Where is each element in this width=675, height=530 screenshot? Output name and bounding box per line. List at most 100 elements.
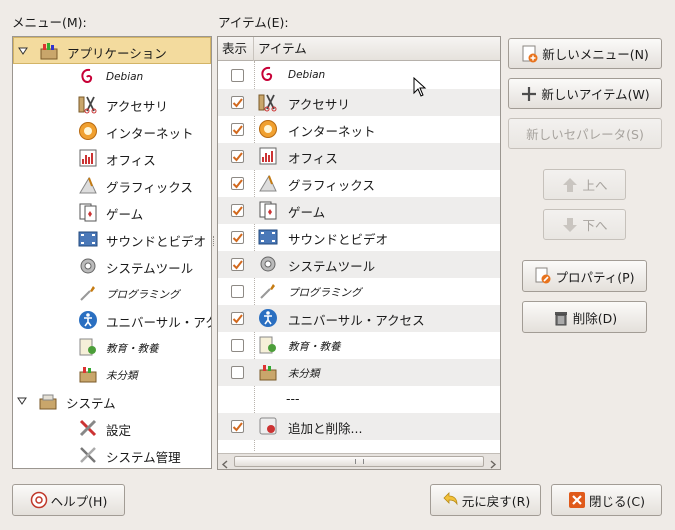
new-item-button[interactable]: 新しいアイテム(W) [508,78,662,109]
expander-down-icon[interactable] [18,46,28,56]
tree-item[interactable]: オフィス [13,145,211,172]
office-icon [257,145,279,167]
tree-item-label: ゲーム [106,207,144,222]
tree-item[interactable]: システム [13,388,211,415]
expander-down-icon[interactable] [17,396,27,406]
system-tools-icon [77,255,99,277]
move-down-label: 下へ [582,218,608,233]
show-checkbox[interactable] [231,366,244,379]
list-item[interactable]: プログラミング [218,278,500,305]
items-label: アイテム(E): [218,15,289,30]
other-icon [257,361,279,383]
universal-access-icon [77,309,99,331]
list-item[interactable]: システムツール [218,251,500,278]
list-item[interactable]: インターネット [218,116,500,143]
new-separator-button[interactable]: 新しいセパレータ(S) [508,118,662,149]
arrow-up-icon [561,176,579,194]
list-item-label: プログラミング [288,287,362,299]
menu-tree[interactable]: アプリケーション Debian アクセサリ インターネットオフィスグラフィックス ゲーム… [12,36,212,469]
games-icon [77,201,99,223]
list-item[interactable]: アクセサリ [218,89,500,116]
pane-resize-grip[interactable] [213,236,215,246]
list-item-label: ゲーム [288,205,326,220]
tree-item[interactable]: プログラミング [13,280,211,307]
list-item[interactable]: グラフィックス [218,170,500,197]
show-checkbox[interactable] [231,285,244,298]
list-item[interactable]: ユニバーサル・アクセス [218,305,500,332]
items-list[interactable]: 表示 アイテム Debian アクセサリインターネットオフィス グラフィックスゲーム… [217,36,501,470]
tree-item-label: 教育・教養 [106,343,159,355]
show-checkbox[interactable] [231,420,244,433]
internet-icon [77,120,99,142]
help-button[interactable]: ヘルプ(H) [12,484,125,516]
move-up-label: 上へ [582,178,608,193]
graphics-icon [257,172,279,194]
tree-item[interactable]: インターネット [13,118,211,145]
system-icon [37,390,59,412]
delete-button[interactable]: 削除(D) [522,301,647,333]
menu-label: メニュー(M): [12,15,87,30]
tree-item-label: プログラミング [106,289,180,301]
scroll-right-arrow-icon[interactable] [489,457,497,469]
tree-item-label: オフィス [106,153,156,168]
show-checkbox[interactable] [231,204,244,217]
list-item[interactable]: 未分類 [218,359,500,386]
show-checkbox[interactable] [231,96,244,109]
show-checkbox[interactable] [231,69,244,82]
tree-item[interactable]: アプリケーション [13,37,211,64]
tree-item[interactable]: サウンドとビデオ [13,226,211,253]
tree-item[interactable]: システム管理 [13,442,211,468]
list-item-label: ユニバーサル・アクセス [288,313,425,328]
tree-item[interactable]: グラフィックス [13,172,211,199]
horizontal-scrollbar[interactable] [218,453,500,469]
tree-item-label: ユニバーサル・アクセス [106,315,211,330]
tree-item[interactable]: 設定 [13,415,211,442]
education-icon [77,336,99,358]
close-button[interactable]: 閉じる(C) [551,484,662,516]
list-item[interactable]: Debian [218,62,500,89]
scroll-thumb[interactable] [234,456,484,467]
tree-item[interactable]: アクセサリ [13,91,211,118]
properties-button[interactable]: プロパティ(P) [522,260,647,292]
tree-item-label: アプリケーション [67,46,167,61]
list-item-label: --- [286,391,300,406]
separator-row[interactable]: --- [218,386,500,413]
show-checkbox[interactable] [231,231,244,244]
list-item-label: インターネット [288,124,376,139]
tree-item-label: サウンドとビデオ [106,234,207,249]
column-header-show[interactable]: 表示 [218,37,254,61]
list-item[interactable]: サウンドとビデオ [218,224,500,251]
list-item[interactable]: 追加と削除... [218,413,500,440]
new-separator-label: 新しいセパレータ(S) [526,127,644,142]
tree-item[interactable]: ゲーム [13,199,211,226]
close-icon [568,491,586,509]
delete-label: 削除(D) [572,310,618,326]
tree-item[interactable]: Debian [13,64,211,91]
tree-item[interactable]: 未分類 [13,361,211,388]
mouse-pointer-icon [413,76,427,100]
show-checkbox[interactable] [231,150,244,163]
show-checkbox[interactable] [231,177,244,190]
accessories-icon [257,91,279,113]
applications-icon [38,40,60,62]
tree-item[interactable]: 教育・教養 [13,334,211,361]
show-checkbox[interactable] [231,312,244,325]
tree-item-label: グラフィックス [106,180,193,195]
new-menu-button[interactable]: 新しいメニュー(N) [508,38,662,69]
list-item-label: 教育・教養 [288,341,341,353]
show-checkbox[interactable] [231,258,244,271]
show-checkbox[interactable] [231,123,244,136]
scroll-left-arrow-icon[interactable] [221,457,229,469]
tree-item-label: システム管理 [106,450,181,465]
list-item[interactable]: オフィス [218,143,500,170]
show-checkbox[interactable] [231,339,244,352]
list-item[interactable]: 教育・教養 [218,332,500,359]
tree-item[interactable]: システムツール [13,253,211,280]
move-up-button[interactable]: 上へ [543,169,626,200]
revert-button[interactable]: 元に戻す(R) [430,484,541,516]
list-item-label: システムツール [288,259,376,274]
tree-item[interactable]: ユニバーサル・アクセス [13,307,211,334]
list-item[interactable]: ゲーム [218,197,500,224]
move-down-button[interactable]: 下へ [543,209,626,240]
column-header-item[interactable]: アイテム [254,37,500,61]
